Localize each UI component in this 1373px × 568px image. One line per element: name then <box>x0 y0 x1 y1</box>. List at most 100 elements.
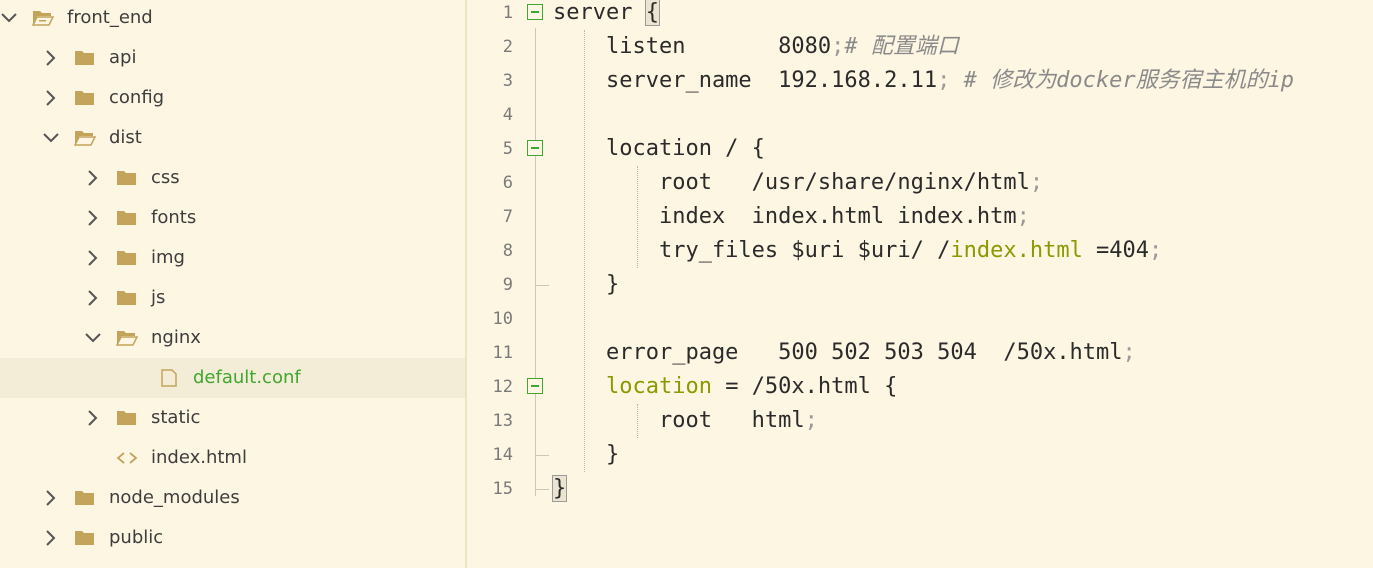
code-text: root /usr/share/nginx/html; <box>553 166 1043 200</box>
chevron-right-icon[interactable] <box>84 249 102 267</box>
chevron-down-icon[interactable] <box>42 129 60 147</box>
matched-brace: { <box>644 0 660 26</box>
code-line[interactable]: 4 <box>467 98 1373 132</box>
file-explorer: front_endapi config dist css fonts img js nginx… <box>0 0 467 568</box>
tree-item-label: config <box>109 87 165 108</box>
chevron-right-icon[interactable] <box>42 489 60 507</box>
code-line[interactable]: 5 location / { <box>467 132 1373 166</box>
code-keyword: index.html <box>950 238 1083 263</box>
folder-icon <box>117 211 136 225</box>
code-token: ; <box>1016 204 1030 229</box>
code-text: } <box>553 268 619 302</box>
code-line[interactable]: 3 server_name 192.168.2.11; # 修改为docker服… <box>467 64 1373 98</box>
folder-icon <box>75 491 94 505</box>
code-line[interactable]: 13 root html; <box>467 404 1373 438</box>
chevron-right-icon[interactable] <box>84 209 102 227</box>
tree-item-nginx[interactable]: nginx <box>0 318 465 358</box>
line-number: 15 <box>492 479 513 499</box>
tree-item-config[interactable]: config <box>0 78 465 118</box>
folder-icon <box>117 411 136 425</box>
chevron-right-icon[interactable] <box>84 169 102 187</box>
folder-open-icon <box>74 131 96 146</box>
tree-item-static[interactable]: static <box>0 398 465 438</box>
tree-item-label: img <box>151 247 185 268</box>
line-number: 1 <box>502 3 513 23</box>
tree-item-label: static <box>151 407 201 428</box>
code-token: } <box>553 442 620 467</box>
tree-item-label: fonts <box>151 207 197 228</box>
folder-icon <box>75 531 94 545</box>
fold-toggle-icon[interactable] <box>527 378 543 394</box>
chevron-right-icon[interactable] <box>42 49 60 67</box>
code-token: location / { <box>553 136 765 161</box>
tree-item-node-modules[interactable]: node_modules <box>0 478 465 518</box>
code-text: listen 8080;# 配置端口 <box>553 30 959 64</box>
code-token: error_page 500 502 503 504 /50x.html <box>553 340 1123 365</box>
code-token: root /usr/share/nginx/html <box>553 170 1030 195</box>
code-token: =404 <box>1082 238 1150 263</box>
chevron-right-icon[interactable] <box>84 289 102 307</box>
code-line[interactable]: 14 } <box>467 438 1373 472</box>
chevron-right-icon[interactable] <box>42 89 60 107</box>
code-text: index index.html index.htm; <box>553 200 1030 234</box>
code-text: root html; <box>553 404 818 438</box>
code-line[interactable]: 9 } <box>467 268 1373 302</box>
code-token: index index.html index.htm <box>553 204 1017 229</box>
code-line[interactable]: 7 index index.html index.htm; <box>467 200 1373 234</box>
code-comment: # 修改为docker服务宿主机的ip <box>950 68 1295 93</box>
code-text: error_page 500 502 503 504 /50x.html; <box>553 336 1136 370</box>
tree-item-img[interactable]: img <box>0 238 465 278</box>
code-token: ; <box>831 34 845 59</box>
line-number: 5 <box>502 139 513 159</box>
line-number: 7 <box>502 207 513 227</box>
chevron-down-icon[interactable] <box>0 9 18 27</box>
line-number: 13 <box>492 411 513 431</box>
code-line[interactable]: 10 <box>467 302 1373 336</box>
code-text: server { <box>553 0 660 30</box>
tree-item-default-conf[interactable]: default.conf <box>0 358 465 398</box>
tree-item-label: default.conf <box>193 367 301 388</box>
tree-item-fonts[interactable]: fonts <box>0 198 465 238</box>
code-line[interactable]: 6 root /usr/share/nginx/html; <box>467 166 1373 200</box>
chevron-right-icon[interactable] <box>42 529 60 547</box>
tree-item-label: js <box>151 287 166 308</box>
tree-item-public[interactable]: public <box>0 518 465 558</box>
file-icon <box>161 369 177 387</box>
tree-item-label: css <box>151 167 180 188</box>
code-token: ; <box>1029 170 1044 195</box>
code-line[interactable]: 12 location = /50x.html { <box>467 370 1373 404</box>
tree-item-css[interactable]: css <box>0 158 465 198</box>
folder-icon <box>117 171 136 185</box>
folder-icon <box>117 251 136 265</box>
tree-item-label: node_modules <box>109 487 240 508</box>
code-comment: # 配置端口 <box>844 34 959 59</box>
code-line[interactable]: 2 listen 8080;# 配置端口 <box>467 30 1373 64</box>
line-number: 3 <box>502 71 513 91</box>
code-token: server_name 192.168.2.11 <box>553 68 938 93</box>
code-token: server <box>553 0 646 25</box>
tree-item-api[interactable]: api <box>0 38 465 78</box>
chevron-down-icon[interactable] <box>84 329 102 347</box>
code-text: server_name 192.168.2.11; # 修改为docker服务宿… <box>553 64 1294 98</box>
folder-icon <box>117 291 136 305</box>
code-token: } <box>553 272 620 297</box>
line-number: 14 <box>492 445 513 465</box>
tree-item-index-html[interactable]: index.html <box>0 438 465 478</box>
tree-item-dist[interactable]: dist <box>0 118 465 158</box>
fold-toggle-icon[interactable] <box>527 140 543 156</box>
code-line[interactable]: 11 error_page 500 502 503 504 /50x.html; <box>467 336 1373 370</box>
chevron-right-icon[interactable] <box>84 409 102 427</box>
code-editor[interactable]: 1 server {2 listen 8080;# 配置端口 3 server_na… <box>467 0 1373 568</box>
code-line[interactable]: 1 server { <box>467 0 1373 30</box>
code-token: ; <box>1122 340 1136 365</box>
tree-item-label: api <box>109 47 137 68</box>
tree-item-js[interactable]: js <box>0 278 465 318</box>
code-line[interactable]: 8 try_files $uri $uri/ /index.html =404; <box>467 234 1373 268</box>
code-text: } <box>551 472 568 506</box>
code-line[interactable]: 15} <box>467 472 1373 506</box>
line-number: 10 <box>492 309 513 329</box>
tree-item-label: dist <box>109 127 142 148</box>
tree-item-front-end[interactable]: front_end <box>0 0 465 38</box>
fold-toggle-icon[interactable] <box>527 4 543 20</box>
